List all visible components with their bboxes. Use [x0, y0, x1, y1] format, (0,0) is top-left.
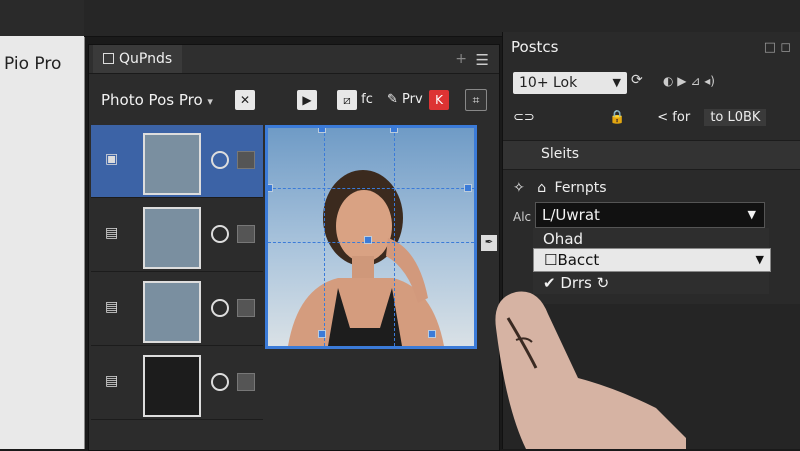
mask-icon: ⧄ [337, 89, 357, 110]
add-panel-icon[interactable]: + [455, 51, 467, 67]
layer-row[interactable]: ▤ [91, 273, 263, 346]
search-input[interactable]: to L0BK [704, 109, 767, 126]
property-row: ✧ ⌂ Fernpts [513, 180, 606, 196]
property-label: Fernpts [554, 180, 607, 196]
layer-thumbnail [143, 133, 201, 195]
toolbar-icons[interactable]: ◐ ▶ ⊿ ◂) [663, 74, 715, 88]
refresh-icon[interactable]: ⟳ [631, 72, 643, 88]
tool-prv-button[interactable]: ✎ Prv [387, 89, 423, 111]
layer-mask-icon[interactable] [237, 151, 255, 169]
layer-row[interactable]: ▤ [91, 199, 263, 272]
layer-visibility-icon[interactable]: ▣ [105, 151, 131, 169]
transform-handle[interactable] [428, 330, 436, 338]
transform-handle[interactable] [318, 128, 326, 133]
k-icon: K [429, 89, 449, 110]
tool-k-button[interactable]: K [429, 89, 449, 111]
transform-handle[interactable] [390, 128, 398, 133]
left-panel: Pio Pro [0, 0, 85, 449]
chevron-down-icon: ▼ [755, 253, 764, 266]
home-icon: ⌂ [537, 180, 547, 196]
panel-controls-icon[interactable]: □ ◻ [764, 40, 791, 55]
layer-visibility-icon[interactable]: ▤ [105, 299, 131, 317]
layer-thumbnail [143, 207, 201, 269]
link-icon[interactable] [211, 299, 229, 317]
link-icon[interactable] [211, 373, 229, 391]
layer-mask-icon[interactable] [237, 373, 255, 391]
transform-icon: ✕ [235, 89, 255, 110]
finger-image [495, 291, 686, 449]
tab-layers[interactable]: QuPnds [93, 45, 183, 73]
menu-icon[interactable]: ☰ [476, 51, 489, 69]
link-chain-icon[interactable]: ⊂⊃ [513, 110, 535, 125]
dropdown-option[interactable]: Ohad [533, 228, 769, 250]
pen-tool-icon[interactable]: ✒ [481, 235, 497, 251]
preset-select[interactable]: 10+ Lok ▼ [513, 72, 627, 94]
mode-dropdown[interactable]: L/Uwrat ▼ [535, 202, 765, 228]
transform-handle[interactable] [318, 330, 326, 338]
layer-visibility-icon[interactable]: ▤ [105, 373, 131, 391]
layer-row[interactable]: ▤ [91, 347, 263, 420]
layer-thumbnail [143, 281, 201, 343]
section-title: Sleits [541, 146, 580, 162]
transform-handle[interactable] [364, 236, 372, 244]
tool-prv-label: Prv [402, 92, 423, 107]
link-icon[interactable] [211, 151, 229, 169]
search-row: ⊂⊃ 🔒 < for to L0BK [513, 109, 767, 126]
toolbar-title[interactable]: Photo Pos Pro ▾ [101, 91, 213, 109]
brush-icon: ✧ [513, 180, 525, 196]
align-label: Alc [513, 210, 532, 224]
brush-icon: ✎ [387, 92, 398, 107]
dropdown-option-selected[interactable]: ☐Bacct ▼ [533, 248, 771, 272]
layer-icon: ▶ [297, 89, 317, 110]
layer-mask-icon[interactable] [237, 225, 255, 243]
layer-mask-icon[interactable] [237, 299, 255, 317]
tool-crop-button[interactable]: ⌗ [465, 89, 487, 111]
layers-panel: QuPnds + ☰ Photo Pos Pro ▾ ✕ ▶ ⧄ fc ✎ Pr… [88, 44, 500, 451]
layer-thumbnail [143, 355, 201, 417]
left-panel-label: Pio Pro [4, 54, 62, 74]
layer-row[interactable]: ▣ [91, 125, 263, 198]
chevron-down-icon: ▾ [207, 95, 213, 108]
layers-tab-bar: QuPnds + ☰ [89, 45, 499, 74]
crop-icon: ⌗ [465, 89, 487, 111]
chevron-down-icon: ▼ [612, 76, 621, 89]
canvas-preview[interactable] [265, 125, 477, 349]
guide-line [394, 128, 395, 346]
tool-fc-button[interactable]: ⧄ fc [337, 89, 373, 111]
link-icon[interactable] [211, 225, 229, 243]
tool-fc-label: fc [361, 92, 373, 107]
guide-line [268, 188, 474, 189]
tab-layers-label: QuPnds [119, 51, 173, 67]
tool-transform-button[interactable]: ✕ [235, 89, 255, 111]
layer-visibility-icon[interactable]: ▤ [105, 225, 131, 243]
tab-properties[interactable]: Postcs [511, 38, 558, 56]
tool-layer-button[interactable]: ▶ [297, 89, 317, 111]
layers-toolbar: Photo Pos Pro ▾ ✕ ▶ ⧄ fc ✎ Prv K ⌗ [89, 77, 499, 121]
chevron-down-icon: ▼ [747, 208, 756, 221]
lock-icon[interactable]: 🔒 [609, 110, 625, 125]
transform-handle[interactable] [464, 184, 472, 192]
search-label: < for [657, 110, 691, 125]
section-header[interactable]: Sleits [503, 140, 800, 170]
guide-line [324, 128, 325, 346]
panel-icon [103, 53, 114, 64]
transform-handle[interactable] [268, 184, 273, 192]
